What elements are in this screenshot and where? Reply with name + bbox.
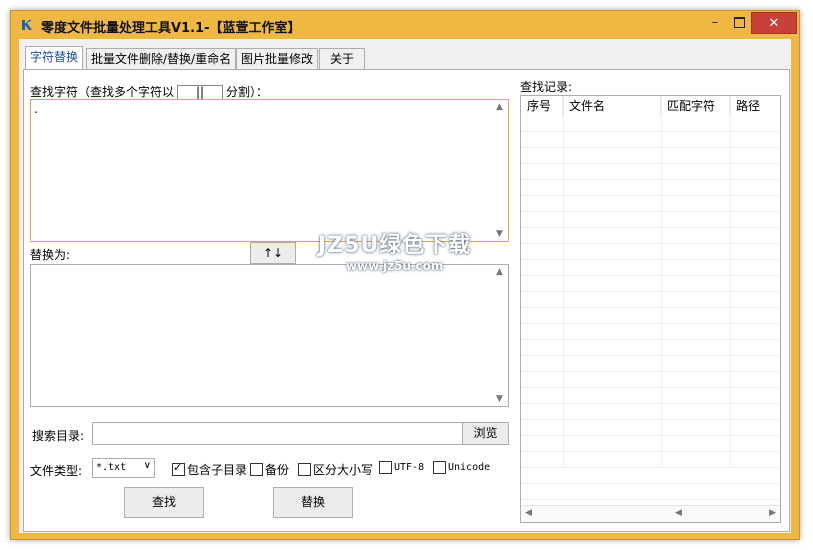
- option-label: 备份: [265, 463, 290, 477]
- tab-char-replace[interactable]: 字符替换: [25, 46, 84, 69]
- find-label-prefix: 查找字符（查找多个字符以: [30, 85, 175, 99]
- option-backup[interactable]: 备份: [250, 461, 289, 478]
- results-grid: [521, 116, 780, 504]
- watermark-line2: www.jz5u.com: [345, 259, 444, 273]
- option-label: 区分大小写: [313, 463, 374, 477]
- maximize-icon: [733, 16, 745, 28]
- replace-scrollbar[interactable]: ▲ ▼: [493, 265, 508, 406]
- scroll-up-icon[interactable]: ▲: [496, 267, 503, 277]
- scroll-right-icon[interactable]: ▶: [769, 508, 776, 518]
- chevron-down-icon: ∨: [143, 460, 151, 471]
- replace-textarea[interactable]: ▲ ▼: [30, 264, 509, 407]
- column-divider: [563, 96, 564, 466]
- find-text: .: [34, 102, 38, 116]
- option-label: 包含子目录: [187, 463, 248, 477]
- client-area: 字符替换 批量文件删除/替换/重命名 图片批量修改 关于 查找字符（查找多个字符…: [19, 39, 791, 533]
- option-case-sensitive[interactable]: 区分大小写: [298, 461, 373, 478]
- tab-panel: 查找字符（查找多个字符以 || 分割）： . ▲ ▼ 替换为: ↑↓ ▲ ▼ 搜…: [23, 69, 790, 532]
- find-scrollbar[interactable]: ▲ ▼: [493, 100, 508, 241]
- checkbox-icon[interactable]: [379, 461, 392, 474]
- tab-image-batch[interactable]: 图片批量修改: [236, 48, 319, 69]
- scroll-down-icon[interactable]: ▼: [496, 229, 503, 239]
- column-header-path[interactable]: 路径: [730, 96, 780, 116]
- option-utf8[interactable]: UTF-8: [379, 461, 424, 474]
- file-type-value: *.txt: [96, 462, 127, 473]
- app-window: 零度文件批量处理工具V1.1-【蓝萱工作室】 – ✕ 字符替换 批量文件删除/替…: [10, 10, 800, 540]
- column-header-match[interactable]: 匹配字符: [661, 96, 730, 116]
- scroll-down-icon[interactable]: ▼: [496, 394, 503, 404]
- option-include-subdirs[interactable]: 包含子目录: [172, 461, 247, 478]
- checkbox-icon[interactable]: [298, 463, 311, 476]
- find-label-suffix: 分割）：: [226, 85, 269, 99]
- scroll-up-icon[interactable]: ▲: [496, 102, 503, 112]
- tab-batch-file-ops[interactable]: 批量文件删除/替换/重命名: [86, 48, 237, 69]
- maximize-button[interactable]: [727, 12, 751, 32]
- checkbox-icon[interactable]: [250, 463, 263, 476]
- results-hscrollbar[interactable]: ◀ ◀ ▶: [521, 505, 780, 522]
- minimize-button[interactable]: –: [703, 12, 727, 32]
- column-header-filename[interactable]: 文件名: [563, 96, 661, 116]
- swap-button[interactable]: ↑↓: [250, 242, 296, 264]
- column-header-index[interactable]: 序号: [521, 96, 563, 116]
- browse-button[interactable]: 浏览: [462, 422, 509, 445]
- watermark: JZ5U绿色下载 www.jz5u.com: [318, 227, 471, 273]
- app-logo-icon: [19, 17, 35, 33]
- search-dir-label: 搜索目录:: [32, 429, 85, 443]
- window-title: 零度文件批量处理工具V1.1-【蓝萱工作室】: [41, 21, 301, 36]
- tab-about[interactable]: 关于: [319, 48, 365, 69]
- watermark-line1: JZ5U绿色下载: [318, 233, 472, 258]
- find-textarea[interactable]: . ▲ ▼: [30, 99, 509, 242]
- checkbox-icon[interactable]: [433, 461, 446, 474]
- column-divider: [730, 96, 731, 466]
- checkbox-checked-icon[interactable]: [172, 461, 185, 476]
- find-label: 查找字符（查找多个字符以 || 分割）：: [30, 83, 268, 101]
- column-divider: [661, 96, 662, 466]
- scroll-left-icon[interactable]: ◀: [525, 508, 532, 518]
- option-unicode[interactable]: Unicode: [433, 461, 490, 474]
- results-header: 序号 文件名 匹配字符 路径: [521, 96, 780, 116]
- title-bar[interactable]: 零度文件批量处理工具V1.1-【蓝萱工作室】 – ✕: [11, 11, 799, 39]
- search-dir-input[interactable]: [92, 422, 463, 445]
- option-label: UTF-8: [394, 462, 425, 473]
- find-button[interactable]: 查找: [124, 487, 204, 518]
- option-label: Unicode: [448, 462, 491, 473]
- file-type-label: 文件类型:: [30, 464, 83, 478]
- file-type-select[interactable]: *.txt ∨: [92, 458, 155, 478]
- replace-button[interactable]: 替换: [273, 487, 353, 518]
- replace-label: 替换为:: [30, 248, 71, 262]
- close-button[interactable]: ✕: [751, 12, 797, 34]
- scroll-left-icon[interactable]: ◀: [675, 508, 682, 518]
- results-label: 查找记录:: [520, 80, 573, 94]
- results-listview[interactable]: 序号 文件名 匹配字符 路径 ◀ ◀ ▶: [520, 95, 781, 523]
